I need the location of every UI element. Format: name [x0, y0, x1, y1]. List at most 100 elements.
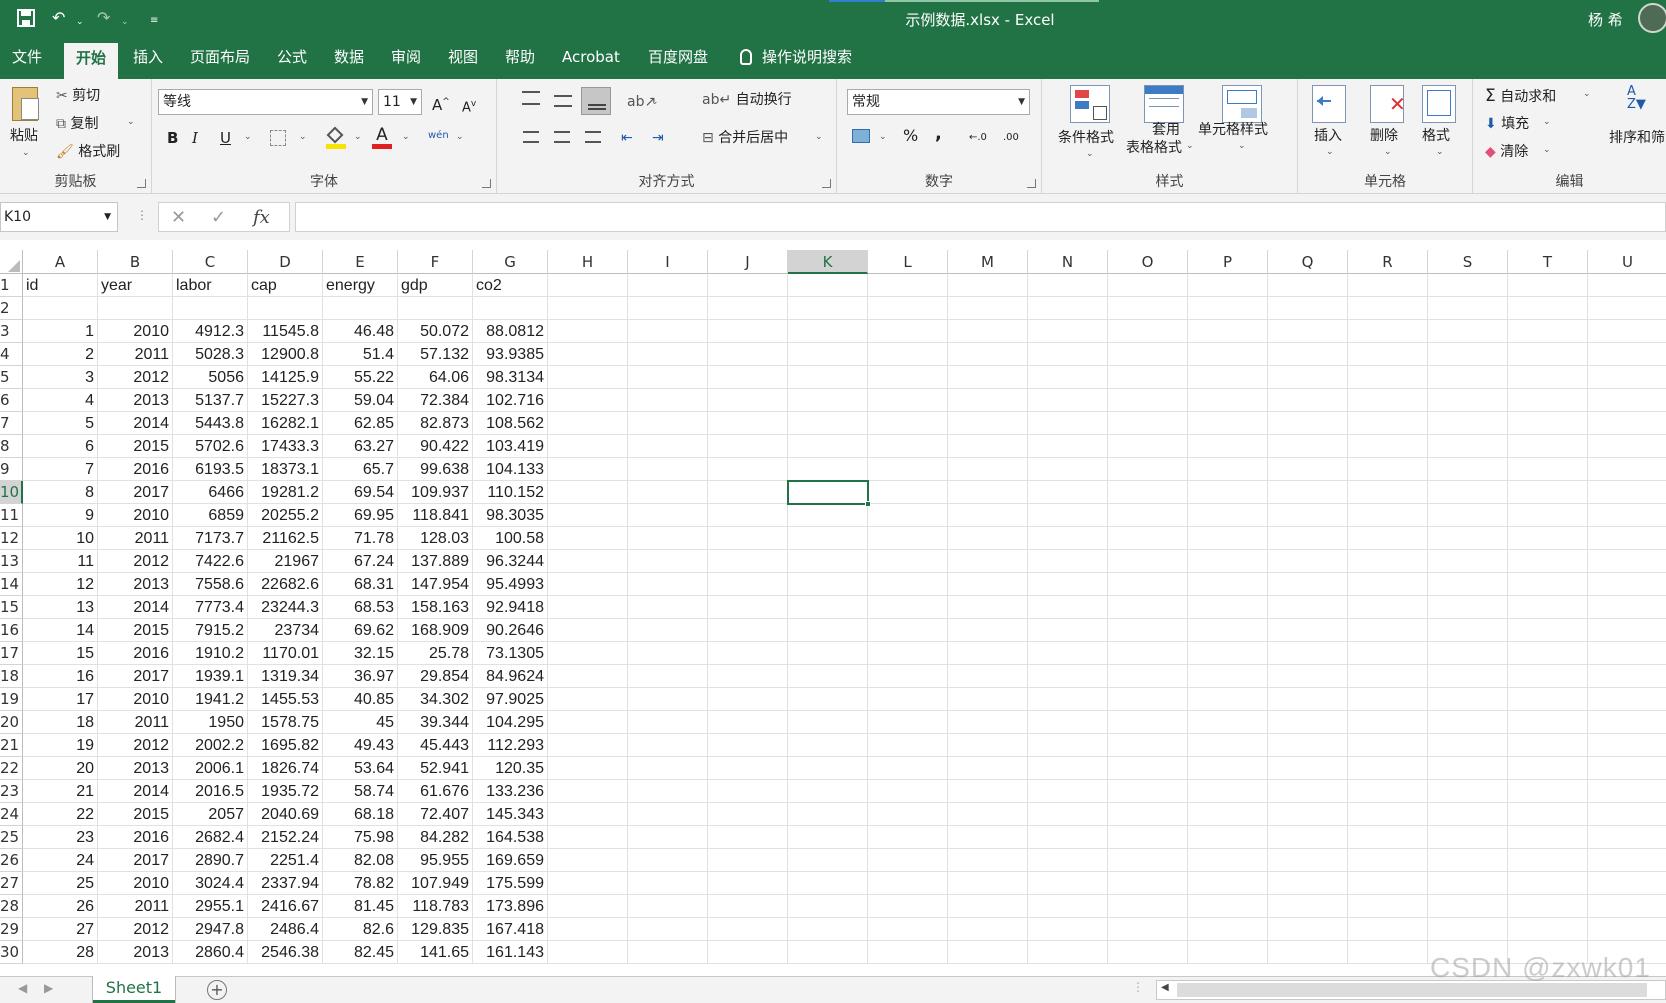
cell[interactable]: [708, 435, 788, 458]
cell[interactable]: 72.384: [398, 389, 473, 412]
cell[interactable]: [948, 343, 1028, 366]
column-header-u[interactable]: U: [1588, 250, 1666, 274]
cell[interactable]: [1028, 895, 1108, 918]
cell[interactable]: [1428, 504, 1508, 527]
cell[interactable]: [1028, 343, 1108, 366]
cell[interactable]: [1508, 596, 1588, 619]
cell[interactable]: [1428, 711, 1508, 734]
row-header[interactable]: 18: [0, 665, 23, 688]
cell[interactable]: [868, 734, 948, 757]
worksheet-grid[interactable]: 1 id year labor cap energy gdp co2 2 3 1 2010 4912.3…: [0, 274, 1666, 976]
cell[interactable]: [1348, 849, 1428, 872]
cell[interactable]: [948, 918, 1028, 941]
cell[interactable]: 112.293: [473, 734, 548, 757]
cell[interactable]: [1108, 619, 1188, 642]
cell[interactable]: [628, 711, 708, 734]
cell[interactable]: 10: [23, 527, 98, 550]
cell[interactable]: [1588, 343, 1666, 366]
cell[interactable]: [628, 642, 708, 665]
row-header[interactable]: 4: [0, 343, 23, 366]
cell[interactable]: [1268, 619, 1348, 642]
cell[interactable]: 82.45: [323, 941, 398, 964]
cell[interactable]: [548, 895, 628, 918]
cell[interactable]: 2010: [98, 872, 173, 895]
cell[interactable]: [1508, 619, 1588, 642]
cell[interactable]: [1588, 412, 1666, 435]
cell[interactable]: 12: [23, 573, 98, 596]
tab-acrobat[interactable]: Acrobat: [562, 47, 620, 67]
cell[interactable]: [1028, 734, 1108, 757]
row-header[interactable]: 11: [0, 504, 23, 527]
cell[interactable]: 17: [23, 688, 98, 711]
cell[interactable]: 118.783: [398, 895, 473, 918]
column-header-d[interactable]: D: [248, 250, 323, 274]
cell[interactable]: [628, 573, 708, 596]
row-header[interactable]: 22: [0, 757, 23, 780]
cell[interactable]: 82.6: [323, 918, 398, 941]
cell[interactable]: [1028, 872, 1108, 895]
row-header[interactable]: 23: [0, 780, 23, 803]
cell[interactable]: [708, 481, 788, 504]
cell[interactable]: [1108, 780, 1188, 803]
cell[interactable]: 4912.3: [173, 320, 248, 343]
column-header-e[interactable]: E: [323, 250, 398, 274]
cell[interactable]: [1348, 711, 1428, 734]
cell[interactable]: [868, 320, 948, 343]
paste-dropdown-icon[interactable]: ⌄: [22, 148, 30, 158]
cell[interactable]: [868, 780, 948, 803]
cell[interactable]: [1188, 274, 1268, 297]
merge-center-button[interactable]: ⊟ 合并后居中: [702, 129, 788, 147]
cell[interactable]: [548, 688, 628, 711]
cell[interactable]: [1268, 550, 1348, 573]
cell[interactable]: 34.302: [398, 688, 473, 711]
cell[interactable]: 2: [23, 343, 98, 366]
cell[interactable]: 167.418: [473, 918, 548, 941]
font-launcher-icon[interactable]: [482, 179, 491, 188]
cell[interactable]: 2012: [98, 918, 173, 941]
cell[interactable]: [948, 803, 1028, 826]
cell[interactable]: [628, 941, 708, 964]
accounting-format-icon[interactable]: [852, 129, 870, 143]
fill-color-dropdown-icon[interactable]: ⌄: [354, 132, 362, 142]
cell[interactable]: 24: [23, 849, 98, 872]
increase-indent-icon[interactable]: ⇥: [652, 129, 664, 147]
cell[interactable]: 2017: [98, 665, 173, 688]
cell[interactable]: 36.97: [323, 665, 398, 688]
cell[interactable]: [1188, 343, 1268, 366]
cell[interactable]: [948, 504, 1028, 527]
column-header-f[interactable]: F: [398, 250, 473, 274]
cell[interactable]: 98.3035: [473, 504, 548, 527]
cell[interactable]: [1188, 389, 1268, 412]
cell[interactable]: [788, 780, 868, 803]
redo-icon[interactable]: ↷: [97, 9, 110, 27]
cell[interactable]: [628, 757, 708, 780]
cell[interactable]: [1268, 734, 1348, 757]
cell[interactable]: [1348, 596, 1428, 619]
cell[interactable]: [1028, 297, 1108, 320]
cell[interactable]: [788, 734, 868, 757]
cell[interactable]: [1428, 596, 1508, 619]
cell[interactable]: [248, 297, 323, 320]
cell[interactable]: 92.9418: [473, 596, 548, 619]
cell[interactable]: [1428, 688, 1508, 711]
cell[interactable]: [548, 757, 628, 780]
cell[interactable]: [1428, 412, 1508, 435]
cell[interactable]: [708, 734, 788, 757]
cell[interactable]: [1268, 918, 1348, 941]
cell[interactable]: 2015: [98, 435, 173, 458]
cell[interactable]: [628, 343, 708, 366]
cell[interactable]: [1108, 872, 1188, 895]
copy-button[interactable]: ⧉ 复制: [56, 115, 98, 133]
cell[interactable]: [948, 941, 1028, 964]
sort-filter-button[interactable]: 排序和筛: [1609, 129, 1665, 147]
cell[interactable]: 104.295: [473, 711, 548, 734]
cell[interactable]: 9: [23, 504, 98, 527]
cell[interactable]: [1028, 596, 1108, 619]
cell[interactable]: [1348, 343, 1428, 366]
align-center-icon[interactable]: [554, 131, 570, 143]
row-header[interactable]: 1: [0, 274, 23, 297]
cell[interactable]: [788, 711, 868, 734]
cell[interactable]: 72.407: [398, 803, 473, 826]
insert-function-icon[interactable]: fx: [253, 207, 270, 228]
cell[interactable]: [1508, 389, 1588, 412]
